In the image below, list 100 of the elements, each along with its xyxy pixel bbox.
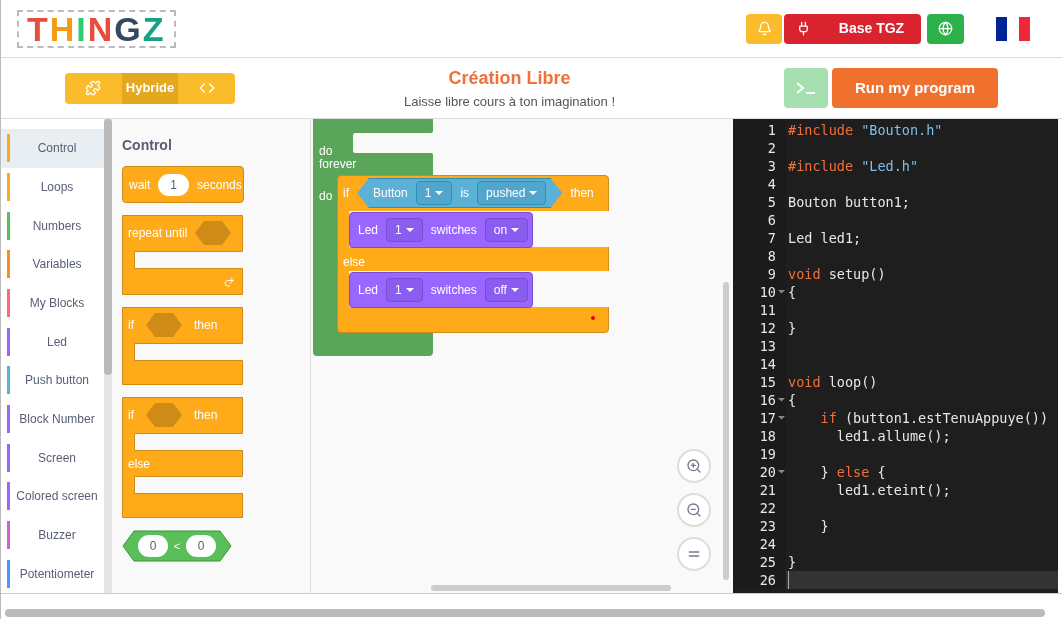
- block-label: switches: [430, 222, 477, 239]
- code-line: {: [788, 283, 797, 301]
- category-item[interactable]: Colored screen: [1, 477, 104, 516]
- condition-slot[interactable]: [146, 313, 182, 337]
- zoom-out-icon: [686, 502, 702, 518]
- zoom-out-button[interactable]: [677, 493, 711, 527]
- code-line: }: [788, 553, 797, 571]
- block-label: do: [319, 188, 333, 205]
- flag-icon[interactable]: [996, 16, 1030, 41]
- scrollbar-thumb[interactable]: [104, 119, 112, 375]
- category-item[interactable]: Control: [1, 129, 104, 168]
- category-item[interactable]: Numbers: [1, 206, 104, 245]
- if-block[interactable]: [122, 307, 243, 385]
- category-item[interactable]: Buzzer: [1, 515, 104, 555]
- repeat-until-block[interactable]: [122, 215, 243, 295]
- if-else-block[interactable]: [122, 397, 243, 518]
- number-input[interactable]: 1: [158, 173, 190, 196]
- reset-zoom-button[interactable]: [677, 537, 711, 571]
- block-label: do forever: [319, 145, 358, 171]
- caret-icon: [510, 288, 519, 292]
- wait-block[interactable]: wait 1 seconds: [122, 166, 244, 203]
- terminal-icon: [795, 81, 817, 95]
- globe-icon: [938, 21, 953, 36]
- bell-icon: [756, 21, 772, 36]
- zoom-in-button[interactable]: [677, 449, 711, 483]
- code-line: void loop(): [788, 373, 878, 391]
- category-item[interactable]: Variables: [1, 245, 104, 284]
- puzzle-icon: [85, 80, 102, 96]
- line-number: 18: [759, 427, 776, 445]
- condition-slot[interactable]: [195, 221, 232, 245]
- code-line: Bouton button1;: [788, 193, 910, 211]
- block-label: then: [194, 317, 218, 334]
- horizontal-scrollbar[interactable]: [431, 585, 671, 591]
- block-label: switches: [430, 282, 477, 299]
- code-line: {: [788, 391, 797, 409]
- block-label: else: [128, 455, 150, 473]
- condition-slot[interactable]: [146, 403, 182, 427]
- code-line: void setup(): [788, 265, 886, 283]
- code-line: Led led1;: [788, 229, 862, 247]
- line-number: 20: [759, 463, 776, 481]
- block-label: if: [343, 185, 349, 202]
- block-label: then: [570, 185, 594, 202]
- category-item[interactable]: Led: [1, 322, 104, 362]
- caret-icon: [511, 228, 520, 232]
- code-line: } else {: [819, 463, 886, 481]
- number-dropdown[interactable]: 1: [386, 278, 423, 302]
- fold-icon: [778, 290, 785, 294]
- line-number: 22: [759, 499, 776, 517]
- category-item[interactable]: Screen: [1, 438, 104, 478]
- caret-icon: [435, 191, 444, 195]
- state-dropdown[interactable]: on: [484, 218, 529, 242]
- line-number: 9: [767, 265, 776, 283]
- led-block[interactable]: Led 1 switches off: [349, 272, 533, 308]
- mode-tab[interactable]: [178, 72, 235, 104]
- loop-arrow-icon: [223, 276, 235, 288]
- logo: THINGZ: [17, 9, 176, 48]
- page-subtitle: Laisse libre cours à ton imagination !: [404, 92, 615, 111]
- code-icon: [198, 80, 215, 96]
- compare-block[interactable]: 0 < 0: [122, 530, 232, 562]
- line-number: 8: [767, 247, 776, 265]
- category-item[interactable]: Block Number: [1, 399, 104, 439]
- category-item[interactable]: Loops: [1, 167, 104, 207]
- led-block[interactable]: Led 1 switches on: [349, 212, 533, 248]
- block-label: Led: [358, 282, 379, 299]
- zoom-in-icon: [686, 458, 702, 474]
- state-dropdown[interactable]: off: [484, 278, 528, 302]
- block-label: else: [343, 254, 365, 271]
- connection-button[interactable]: Base TGZ: [784, 13, 921, 44]
- page-title: Création Libre: [448, 66, 571, 90]
- category-item[interactable]: Push button: [1, 361, 104, 400]
- category-item[interactable]: Potentiometer: [1, 554, 104, 594]
- block-label: then: [194, 407, 218, 424]
- line-number: 24: [759, 535, 776, 553]
- flyout-title: Control: [122, 136, 173, 155]
- line-number: 11: [759, 301, 776, 319]
- mode-tab[interactable]: [65, 72, 122, 104]
- line-number: 5: [767, 193, 776, 211]
- page-scrollbar[interactable]: [5, 609, 1045, 617]
- code-editor[interactable]: [733, 119, 1058, 593]
- notification-button[interactable]: [746, 13, 782, 44]
- block-label: repeat until: [128, 225, 188, 242]
- language-button[interactable]: [927, 13, 964, 44]
- workspace[interactable]: do forever do if Button 1 is pushed then Led 1 switches on else Led 1 switches off: [311, 119, 733, 593]
- line-number: 12: [759, 319, 776, 337]
- vertical-scrollbar[interactable]: [723, 282, 729, 580]
- number-dropdown[interactable]: 1: [386, 218, 423, 242]
- line-number: 10: [759, 283, 776, 301]
- line-number: 19: [759, 445, 776, 463]
- line-number: 23: [759, 517, 776, 535]
- line-number: 17: [759, 409, 776, 427]
- line-number: 25: [759, 553, 776, 571]
- caret-icon: [529, 191, 538, 195]
- block-label: if: [128, 407, 134, 424]
- line-number: 13: [759, 337, 776, 355]
- line-number: 1: [767, 121, 776, 139]
- code-line: #include "Bouton.h": [788, 121, 943, 139]
- line-number: 2: [767, 139, 776, 157]
- line-number: 26: [759, 571, 776, 589]
- fold-icon: [778, 398, 785, 402]
- category-item[interactable]: My Blocks: [1, 283, 104, 323]
